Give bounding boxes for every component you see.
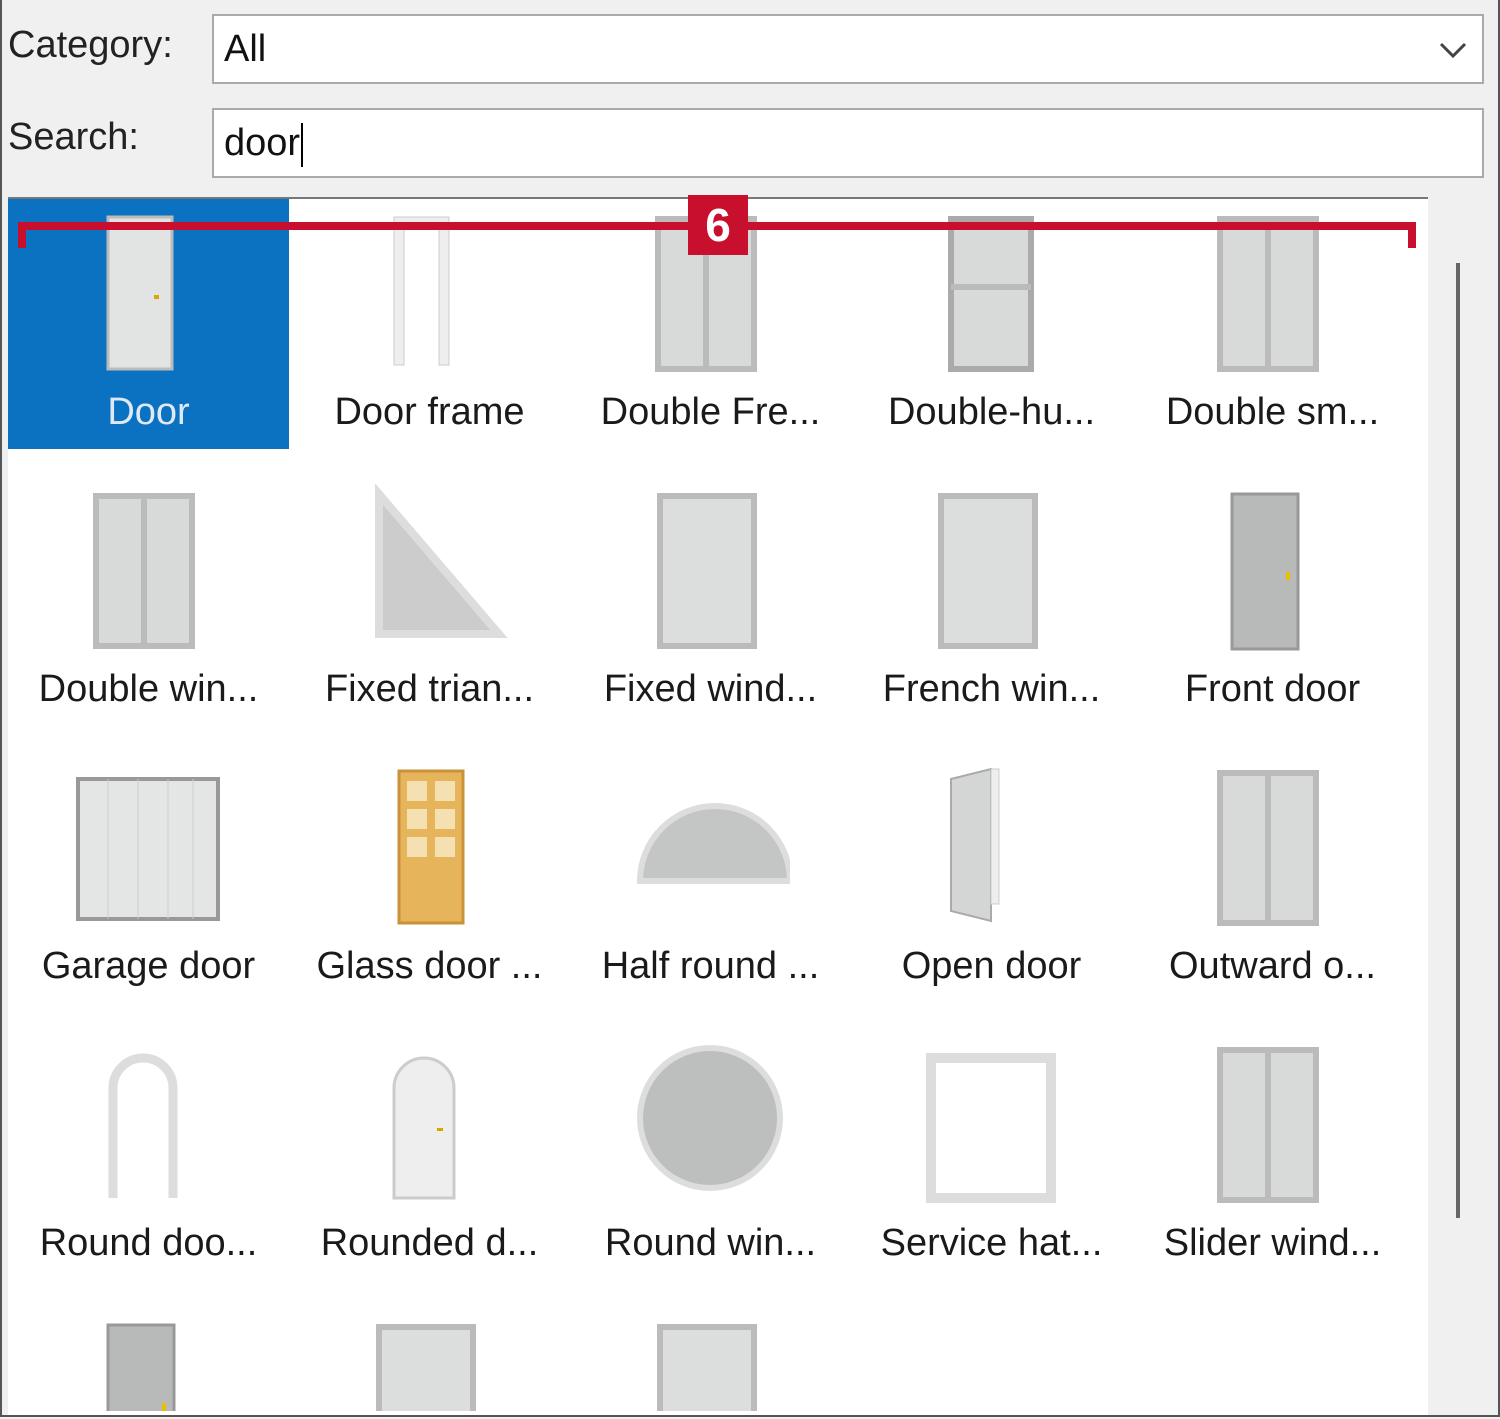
catalog-item-label: Half round ... bbox=[601, 945, 820, 987]
arch-frame-icon bbox=[108, 1053, 178, 1198]
category-label: Category: bbox=[8, 24, 173, 66]
catalog-grid: Door Door frame Double Fre... Double-hu... D… bbox=[8, 197, 1428, 1415]
catalog-item-label: Slider wind... bbox=[1163, 1222, 1382, 1264]
catalog-item[interactable]: Fixed trian... bbox=[289, 476, 570, 726]
double-window-icon bbox=[93, 493, 195, 649]
dark-door-icon bbox=[1230, 492, 1300, 651]
search-label: Search: bbox=[8, 116, 139, 158]
double-window-icon bbox=[1217, 1047, 1319, 1203]
vertical-scrollbar[interactable] bbox=[1428, 197, 1488, 1413]
garage-icon bbox=[76, 777, 220, 921]
catalog-item-label: Glass door ... bbox=[316, 945, 543, 987]
catalog-item[interactable] bbox=[570, 1307, 851, 1415]
catalog-item-label: Fixed trian... bbox=[324, 668, 535, 710]
circle-icon bbox=[637, 1045, 783, 1191]
open-door-icon bbox=[950, 767, 1000, 923]
catalog-item-label: Round win... bbox=[604, 1222, 817, 1264]
catalog-item[interactable]: Half round ... bbox=[570, 753, 851, 1003]
catalog-item[interactable]: Service hat... bbox=[851, 1030, 1132, 1280]
catalog-item-label: Double-hu... bbox=[887, 391, 1095, 433]
catalog-item-label: Fixed wind... bbox=[603, 668, 818, 710]
chevron-down-icon bbox=[1439, 42, 1467, 59]
catalog-item[interactable]: Slider wind... bbox=[1132, 1030, 1413, 1280]
catalog-item[interactable] bbox=[8, 1307, 289, 1415]
catalog-item[interactable] bbox=[289, 1307, 570, 1415]
catalog-item[interactable]: Open door bbox=[851, 753, 1132, 1003]
frame-wide-icon bbox=[926, 1053, 1056, 1203]
catalog-item[interactable]: Round win... bbox=[570, 1030, 851, 1280]
search-value: door bbox=[224, 122, 301, 164]
window-icon bbox=[938, 493, 1038, 649]
catalog-item[interactable]: French win... bbox=[851, 476, 1132, 726]
catalog-item[interactable]: Outward o... bbox=[1132, 753, 1413, 1003]
catalog-item[interactable]: Front door bbox=[1132, 476, 1413, 726]
glass-door-icon bbox=[397, 769, 465, 925]
window-icon bbox=[657, 493, 757, 649]
arch-door-icon bbox=[392, 1056, 456, 1200]
scrollbar-thumb[interactable] bbox=[1456, 263, 1460, 1218]
catalog-item[interactable]: Round doo... bbox=[8, 1030, 289, 1280]
catalog-item-label: Front door bbox=[1184, 668, 1361, 710]
annotation-badge: 6 bbox=[688, 195, 748, 255]
catalog-item-label: Open door bbox=[901, 945, 1082, 987]
category-select[interactable]: All bbox=[212, 14, 1484, 84]
catalog-item-label: Garage door bbox=[41, 945, 256, 987]
text-cursor bbox=[301, 122, 304, 167]
catalog-item[interactable]: Glass door ... bbox=[289, 753, 570, 1003]
window-icon bbox=[376, 1324, 476, 1411]
dark-door-icon bbox=[106, 1323, 176, 1411]
catalog-item-label: Door frame bbox=[334, 391, 525, 433]
catalog-item[interactable]: Garage door bbox=[8, 753, 289, 1003]
catalog-item-label: Door bbox=[107, 391, 190, 433]
catalog-item-label: Double Fre... bbox=[600, 391, 821, 433]
catalog-item[interactable]: Rounded d... bbox=[289, 1030, 570, 1280]
catalog-item[interactable]: Double win... bbox=[8, 476, 289, 726]
catalog-item-label: Double sm... bbox=[1165, 391, 1380, 433]
triangle-icon bbox=[375, 484, 508, 638]
catalog-item-label: Round doo... bbox=[39, 1222, 258, 1264]
category-value: All bbox=[224, 28, 267, 70]
half-round-icon bbox=[636, 803, 790, 884]
catalog-item-label: Service hat... bbox=[880, 1222, 1103, 1264]
catalog-item-label: French win... bbox=[882, 668, 1101, 710]
catalog-item-label: Double win... bbox=[38, 668, 259, 710]
search-input[interactable]: door bbox=[212, 108, 1484, 178]
catalog-item-label: Outward o... bbox=[1169, 945, 1376, 987]
catalog-item-label: Rounded d... bbox=[320, 1222, 539, 1264]
double-window-icon bbox=[1217, 770, 1319, 926]
window-icon bbox=[657, 1324, 757, 1411]
catalog-item[interactable]: Fixed wind... bbox=[570, 476, 851, 726]
